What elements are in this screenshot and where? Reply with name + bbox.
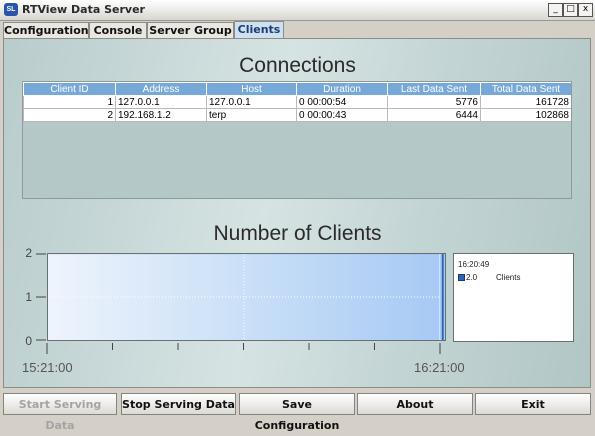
y-tick-label: 0: [25, 334, 32, 348]
legend-value: 2.0: [466, 273, 478, 282]
y-tick-label: 2: [25, 246, 32, 260]
button-bar: Start Serving Data Stop Serving Data Sav…: [0, 392, 595, 432]
about-button[interactable]: About: [357, 393, 473, 415]
legend-swatch: [458, 274, 465, 281]
save-configuration-button[interactable]: Save Configuration: [239, 393, 355, 432]
chart-plot-svg: [48, 254, 445, 340]
start-serving-data-button[interactable]: Start Serving Data: [3, 393, 117, 432]
chart-axes: [36, 253, 441, 354]
exit-button[interactable]: Exit: [475, 393, 591, 415]
legend-series-label: Clients: [496, 273, 521, 282]
chart-legend: 16:20:49 2.0 Clients: [453, 253, 574, 342]
y-tick-label: 1: [25, 290, 32, 304]
chart-plot-area[interactable]: [47, 253, 446, 341]
stop-serving-data-button[interactable]: Stop Serving Data: [121, 393, 236, 415]
x-tick-label: 15:21:00: [22, 360, 73, 375]
legend-time: 16:20:49: [458, 260, 490, 269]
x-tick-label: 16:21:00: [414, 360, 465, 375]
